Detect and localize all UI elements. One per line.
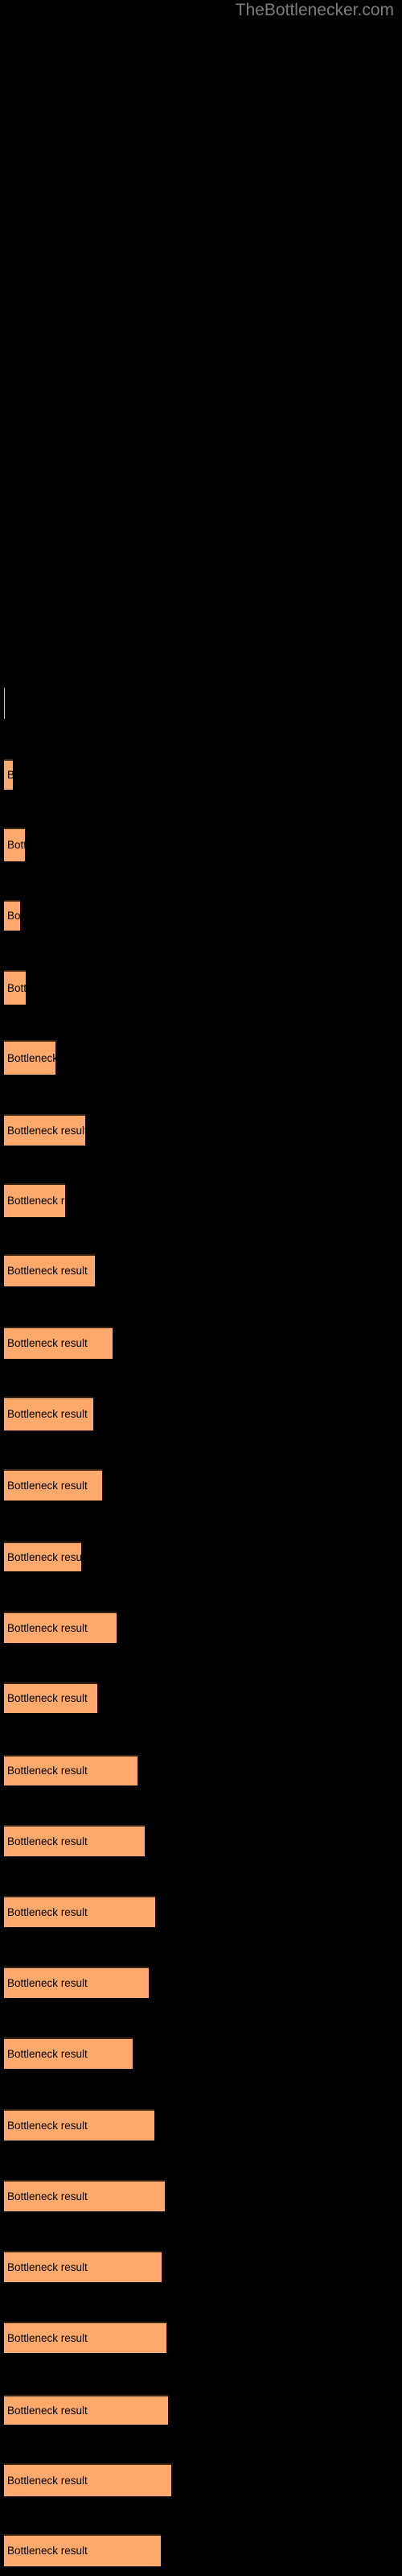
- bar-label: Bottleneck result: [7, 1337, 88, 1349]
- bar-chart-plot-area: Bottleneck result Bottleneck result Bottle…: [0, 0, 402, 2576]
- bar-label: Bottleneck result: [7, 2474, 88, 2487]
- bar-bottleneck-result[interactable]: Bottleneck result: [4, 2534, 161, 2566]
- bar-label: Bottleneck result: [7, 2047, 88, 2060]
- bar-row: Bottleneck result: [0, 1114, 402, 1148]
- bar-row: Bottleneck result: [0, 900, 402, 934]
- bar-label: Bottleneck result: [7, 2260, 88, 2273]
- bar-row: Bottleneck result: [0, 1040, 402, 1075]
- bar-label: Bottleneck result: [7, 769, 13, 782]
- bar-bottleneck-result[interactable]: Bottleneck result: [4, 1967, 149, 1998]
- bar-label: Bottleneck result: [7, 839, 25, 851]
- bar-label: Bottleneck result: [7, 1408, 88, 1420]
- bar-label: Bottleneck result: [7, 1265, 88, 1277]
- bar-bottleneck-result[interactable]: Bottleneck result: [4, 1682, 97, 1713]
- bar-bottleneck-result[interactable]: Bottleneck result: [4, 1612, 117, 1643]
- bar-label: Bottleneck result: [7, 2190, 88, 2202]
- bar-row: Bottleneck result: [0, 2251, 402, 2285]
- bar-label: Bottleneck result: [7, 981, 26, 994]
- bar-label: Bottleneck result: [7, 1621, 88, 1634]
- bar-bottleneck-result[interactable]: Bottleneck result: [4, 2180, 165, 2211]
- bar-row: Bottleneck result: [0, 1183, 402, 1217]
- bar-row: Bottleneck result: [0, 1327, 402, 1360]
- bar-row: Bottleneck result: [0, 2109, 402, 2143]
- bar-label: Bottleneck result: [7, 1550, 81, 1563]
- bar-row: Bottleneck result: [0, 2180, 402, 2214]
- bar-bottleneck-result[interactable]: Bottleneck result: [4, 1825, 145, 1856]
- bar-label: Bottleneck result: [7, 910, 20, 922]
- bar-row: Bottleneck result: [0, 1967, 402, 2000]
- bar-label: Bottleneck result: [7, 1195, 65, 1207]
- bar-bottleneck-result[interactable]: Bottleneck result: [4, 2463, 171, 2496]
- bar-bottleneck-result[interactable]: Bottleneck result: [4, 1755, 137, 1785]
- bar-row: Bottleneck result: [0, 2463, 402, 2497]
- bar-bottleneck-result[interactable]: Bottleneck result: [4, 1327, 113, 1359]
- bar-label: Bottleneck result: [7, 1905, 88, 1918]
- bar-row: Bottleneck result: [0, 970, 402, 1005]
- bar-label: Bottleneck result: [7, 2119, 88, 2132]
- bar-row: Bottleneck result: [0, 1825, 402, 1859]
- bar-row: Bottleneck result: [0, 1682, 402, 1716]
- bar-bottleneck-result[interactable]: Bottleneck result: [4, 900, 20, 931]
- bar-bottleneck-result[interactable]: Bottleneck result: [4, 1896, 155, 1927]
- bar-row: Bottleneck result: [0, 2037, 402, 2071]
- bar-bottleneck-result[interactable]: Bottleneck result: [4, 828, 25, 861]
- bar-row: Bottleneck result: [0, 1612, 402, 1645]
- bar-label: Bottleneck result: [7, 1976, 88, 1989]
- bar-row: Bottleneck result: [0, 1469, 402, 1503]
- bar-row: Bottleneck result: [0, 1254, 402, 1288]
- bar-label: Bottleneck result: [7, 1051, 55, 1064]
- bar-bottleneck-result[interactable]: Bottleneck result: [4, 2395, 168, 2425]
- bar-row: Bottleneck result: [0, 687, 402, 720]
- bar-bottleneck-result[interactable]: Bottleneck result: [4, 1114, 85, 1146]
- bar-row: Bottleneck result: [0, 1755, 402, 1789]
- bar-bottleneck-result[interactable]: Bottleneck result: [4, 759, 13, 790]
- bar-row: Bottleneck result: [0, 1542, 402, 1575]
- bar-row: Bottleneck result: [0, 2395, 402, 2429]
- bar-bottleneck-result[interactable]: Bottleneck result: [4, 1040, 55, 1075]
- bar-label: Bottleneck result: [7, 2404, 88, 2417]
- bar-bottleneck-result[interactable]: Bottleneck result: [4, 1254, 95, 1286]
- bar-row: Bottleneck result: [0, 1397, 402, 1430]
- bar-row: Bottleneck result: [0, 2322, 402, 2355]
- bar-bottleneck-result[interactable]: Bottleneck result: [4, 1183, 65, 1217]
- bar-label: Bottleneck result: [7, 1692, 88, 1704]
- bar-bottleneck-result[interactable]: Bottleneck result: [4, 687, 5, 719]
- bar-label: Bottleneck result: [7, 1835, 88, 1847]
- bar-label: Bottleneck result: [7, 2545, 88, 2557]
- bar-label: Bottleneck result: [7, 1479, 88, 1492]
- bar-bottleneck-result[interactable]: Bottleneck result: [4, 2322, 166, 2353]
- bar-bottleneck-result[interactable]: Bottleneck result: [4, 1542, 81, 1571]
- bar-row: Bottleneck result: [0, 2534, 402, 2568]
- bar-bottleneck-result[interactable]: Bottleneck result: [4, 1469, 102, 1501]
- bar-label: Bottleneck result: [7, 1124, 85, 1137]
- bar-bottleneck-result[interactable]: Bottleneck result: [4, 1397, 93, 1430]
- bottleneck-chart-root: Bottleneck result Bottleneck result Bottle…: [0, 0, 402, 2576]
- site-watermark: TheBottlenecker.com: [235, 1, 394, 19]
- bar-bottleneck-result[interactable]: Bottleneck result: [4, 970, 26, 1005]
- bar-row: Bottleneck result: [0, 828, 402, 861]
- bar-row: Bottleneck result: [0, 1896, 402, 1930]
- bar-label: Bottleneck result: [7, 1765, 88, 1777]
- bar-bottleneck-result[interactable]: Bottleneck result: [4, 2109, 154, 2140]
- bar-bottleneck-result[interactable]: Bottleneck result: [4, 2037, 133, 2069]
- bar-label: Bottleneck result: [7, 2331, 88, 2344]
- bar-row: Bottleneck result: [0, 759, 402, 793]
- bar-bottleneck-result[interactable]: Bottleneck result: [4, 2251, 162, 2282]
